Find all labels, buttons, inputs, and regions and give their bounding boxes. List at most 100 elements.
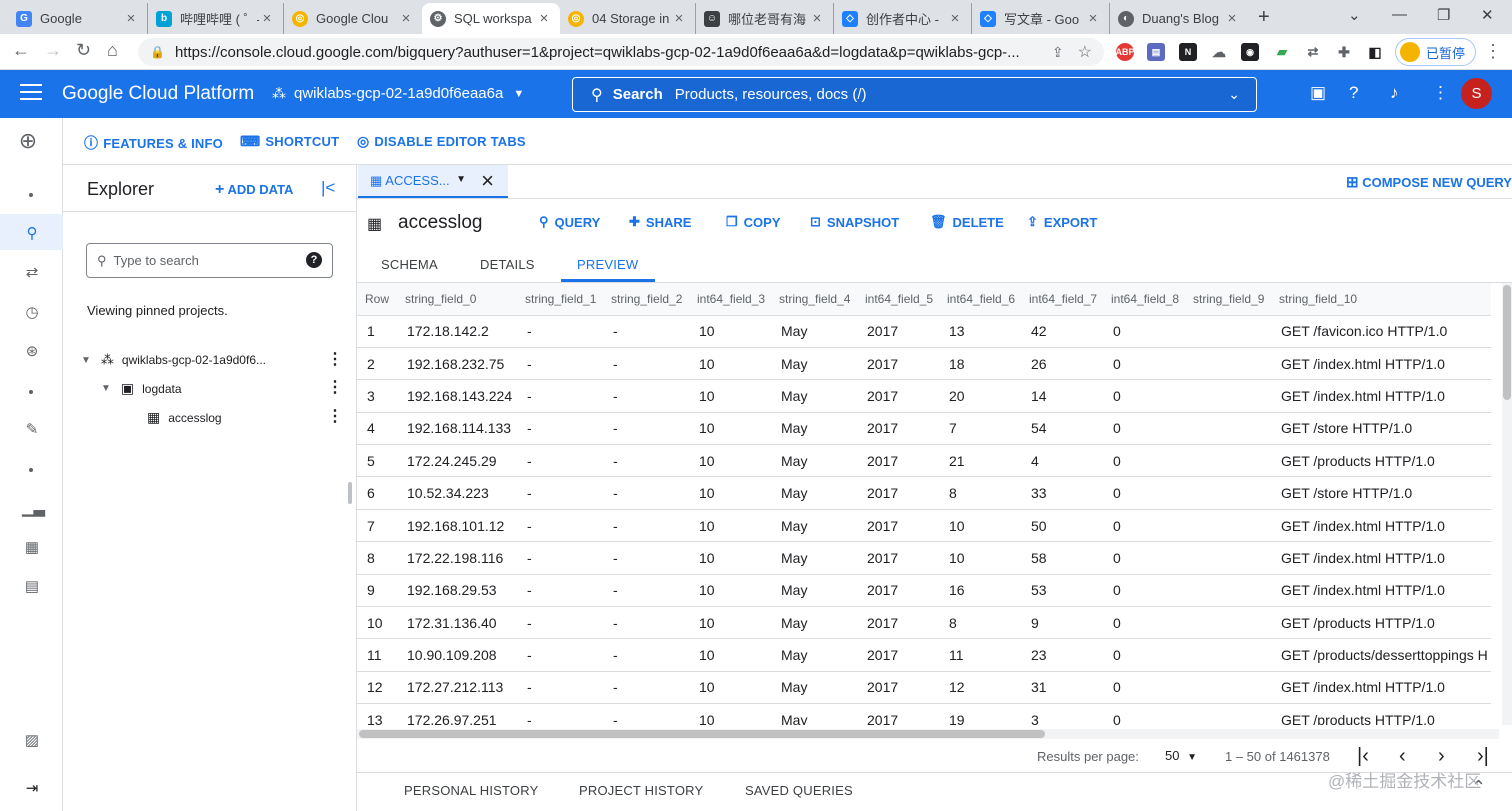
table-cell[interactable]: 8 — [939, 476, 1021, 510]
editor-tab-accesslog[interactable]: ▦ ACCESS... ▼ × — [358, 165, 508, 198]
table-cell[interactable] — [1185, 638, 1271, 672]
close-tab-icon[interactable]: × — [259, 10, 275, 27]
table-cell[interactable]: - — [517, 574, 603, 608]
table-cell[interactable]: 10 — [689, 638, 771, 672]
table-cell[interactable]: GET /index.html HTTP/1.0 — [1271, 574, 1491, 608]
tab-project-history[interactable]: PROJECT HISTORY — [579, 783, 703, 798]
table-cell[interactable]: 10 — [689, 703, 771, 725]
table-cell[interactable]: 16 — [939, 574, 1021, 608]
table-cell[interactable]: GET /index.html HTTP/1.0 — [1271, 671, 1491, 705]
notifications-bell-icon[interactable]: ♪ — [1390, 83, 1399, 103]
table-row[interactable]: 4 192.168.114.133- -10 May 2017 7 54 0 GET /stor… — [357, 412, 1491, 446]
collapse-panel-icon[interactable]: |< — [321, 178, 335, 198]
table-cell[interactable]: GET /store HTTP/1.0 — [1271, 476, 1491, 510]
table-cell[interactable]: 31 — [1021, 671, 1103, 705]
close-tab-icon[interactable]: × — [398, 10, 414, 27]
table-cell[interactable] — [1185, 444, 1271, 478]
table-cell[interactable] — [1185, 379, 1271, 413]
adblock-icon[interactable]: ABP — [1116, 43, 1135, 61]
table-cell[interactable]: 12 — [939, 671, 1021, 705]
table-cell[interactable]: - — [603, 347, 689, 381]
help-icon[interactable]: ? — [1349, 83, 1358, 103]
table-cell[interactable]: 0 — [1103, 347, 1185, 381]
table-row[interactable]: 12 172.27.212.113- -10 May 2017 12 31 0 GET /ind… — [357, 671, 1491, 705]
first-page-icon[interactable]: |‹ — [1357, 745, 1369, 768]
column-header[interactable]: int64_field_7 — [1021, 283, 1103, 316]
table-cell[interactable]: 2 — [357, 347, 397, 381]
column-header[interactable]: int64_field_6 — [939, 283, 1021, 316]
expand-rail-icon[interactable]: ⇥ — [22, 779, 42, 799]
browser-tab-write-article[interactable]: ◇ 写文章 - Goo × — [972, 3, 1110, 34]
tree-dataset-node[interactable]: ▼ ▣ logdata — [101, 380, 182, 397]
lock-icon[interactable]: 🔒 — [150, 45, 165, 59]
table-cell[interactable] — [1185, 509, 1271, 543]
table-cell[interactable]: 9 — [357, 574, 397, 608]
table-cell[interactable]: - — [517, 379, 603, 413]
shortcut-button[interactable]: ⌨ SHORTCUT — [240, 133, 339, 150]
table-cell[interactable]: 10 — [689, 444, 771, 478]
table-cell[interactable] — [1185, 703, 1271, 725]
column-header[interactable]: string_field_4 — [771, 283, 857, 316]
table-cell[interactable]: 50 — [1021, 509, 1103, 543]
table-cell[interactable]: 0 — [1103, 574, 1185, 608]
table-cell[interactable]: 10 — [689, 347, 771, 381]
table-cell[interactable]: 10 — [689, 379, 771, 413]
table-cell[interactable]: 0 — [1103, 476, 1185, 510]
table-cell[interactable]: 0 — [1103, 541, 1185, 575]
table-cell[interactable]: - — [603, 574, 689, 608]
column-header[interactable]: string_field_1 — [517, 283, 603, 316]
results-per-page-select[interactable]: 50 ▼ — [1165, 748, 1197, 763]
table-cell[interactable]: 53 — [1021, 574, 1103, 608]
table-cell[interactable]: GET /index.html HTTP/1.0 — [1271, 541, 1491, 575]
table-cell[interactable]: 172.18.142.2 — [397, 315, 517, 348]
table-cell[interactable]: 18 — [939, 347, 1021, 381]
expand-triangle-icon[interactable]: ▼ — [101, 383, 111, 394]
table-cell[interactable] — [1185, 476, 1271, 510]
table-cell[interactable]: 0 — [1103, 606, 1185, 640]
back-icon[interactable]: ← — [12, 40, 30, 61]
table-cell[interactable]: 172.22.198.116 — [397, 541, 517, 575]
table-cell[interactable]: 2017 — [857, 638, 939, 672]
table-row[interactable]: 1 172.18.142.2- -10 May 2017 13 42 0 GET /favico… — [357, 315, 1491, 348]
table-cell[interactable]: 10 — [689, 671, 771, 705]
snapshot-button[interactable]: ⊡ SNAPSHOT — [810, 214, 899, 230]
table-cell[interactable] — [1185, 412, 1271, 446]
browser-tab-sql-workspace[interactable]: ⚙ SQL workspa × — [422, 3, 560, 34]
browser-tab-storage[interactable]: ◎ 04 Storage in × — [560, 3, 696, 34]
table-cell[interactable]: 2017 — [857, 606, 939, 640]
table-cell[interactable]: - — [517, 509, 603, 543]
table-cell[interactable]: - — [603, 444, 689, 478]
table-cell[interactable]: 0 — [1103, 703, 1185, 725]
table-cell[interactable]: May — [771, 315, 857, 348]
add-data-button[interactable]: + ADD DATA — [215, 181, 293, 199]
table-cell[interactable]: May — [771, 509, 857, 543]
table-cell[interactable]: 2017 — [857, 444, 939, 478]
close-tab-icon[interactable]: × — [123, 10, 139, 27]
table-cell[interactable]: - — [603, 412, 689, 446]
table-cell[interactable]: 192.168.29.53 — [397, 574, 517, 608]
export-button[interactable]: ⇪ EXPORT — [1027, 214, 1097, 230]
table-cell[interactable]: 54 — [1021, 412, 1103, 446]
table-cell[interactable]: - — [517, 412, 603, 446]
bookmark-star-icon[interactable]: ☆ — [1078, 42, 1092, 62]
table-cell[interactable]: 2017 — [857, 509, 939, 543]
expand-triangle-icon[interactable]: ▼ — [81, 355, 91, 366]
table-cell[interactable]: May — [771, 476, 857, 510]
table-cell[interactable]: 21 — [939, 444, 1021, 478]
extension-reader-icon[interactable]: ▤ — [1147, 43, 1165, 61]
close-tab-icon[interactable]: × — [536, 10, 552, 27]
table-cell[interactable]: 6 — [357, 476, 397, 510]
table-row[interactable]: 13 172.26.97.251- -10 May 2017 19 3 0 GET /produ… — [357, 703, 1491, 725]
table-cell[interactable] — [1185, 315, 1271, 348]
minimize-icon[interactable]: — — [1392, 6, 1407, 23]
close-tab-icon[interactable]: × — [809, 10, 825, 27]
table-cell[interactable] — [1185, 574, 1271, 608]
close-tab-icon[interactable]: × — [671, 10, 687, 27]
share-button[interactable]: ✚ SHARE — [629, 214, 691, 230]
forward-icon[interactable]: → — [44, 40, 62, 61]
table-cell[interactable]: 8 — [939, 606, 1021, 640]
table-cell[interactable]: - — [603, 703, 689, 725]
table-cell[interactable]: 0 — [1103, 638, 1185, 672]
table-cell[interactable]: 5 — [357, 444, 397, 478]
table-row[interactable]: 9 192.168.29.53- -10 May 2017 16 53 0 GET /index… — [357, 574, 1491, 608]
